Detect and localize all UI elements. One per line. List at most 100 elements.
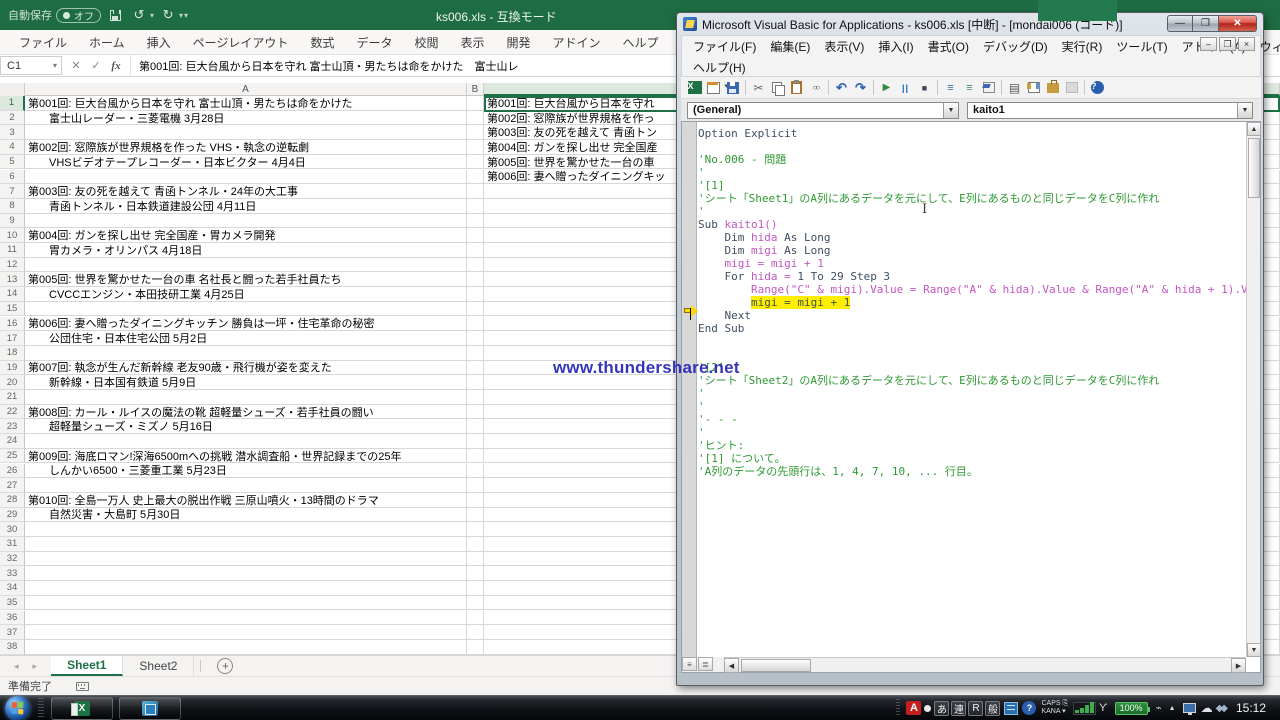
cell-a5[interactable]: VHSビデオテープレコーダー・日本ビクター 4月4日 bbox=[25, 155, 467, 170]
menu-ウィンドウ(W)[interactable]: ウィンドウ(W) bbox=[1253, 38, 1280, 55]
code-line-7[interactable]: ' bbox=[698, 205, 1246, 218]
menu-デバッグ(D)[interactable]: デバッグ(D) bbox=[976, 38, 1055, 55]
ime-button-連[interactable]: 連 bbox=[951, 701, 966, 716]
row-header-11[interactable]: 11 bbox=[0, 243, 25, 258]
sheet-nav-right-icon[interactable]: ▸ bbox=[33, 661, 38, 672]
cell-a6[interactable] bbox=[25, 170, 467, 185]
cell-b30[interactable] bbox=[467, 522, 484, 537]
cell-a28[interactable]: 第010回: 全島一万人 史上最大の脱出作戦 三原山噴火・13時間のドラマ bbox=[25, 493, 467, 508]
cell-a31[interactable] bbox=[25, 537, 467, 552]
menu-表示(V)[interactable]: 表示(V) bbox=[817, 38, 871, 55]
select-all-corner[interactable] bbox=[0, 83, 25, 96]
row-header-26[interactable]: 26 bbox=[0, 464, 25, 479]
cell-a32[interactable] bbox=[25, 552, 467, 567]
code-line-24[interactable]: ' bbox=[698, 426, 1246, 439]
display-tray-icon[interactable] bbox=[1183, 703, 1196, 713]
cell-a9[interactable] bbox=[25, 214, 467, 229]
row-header-30[interactable]: 30 bbox=[0, 522, 25, 537]
reset-icon[interactable]: ■ bbox=[916, 80, 933, 96]
code-line-18[interactable] bbox=[698, 348, 1246, 361]
code-line-17[interactable] bbox=[698, 335, 1246, 348]
code-line-13[interactable]: Range("C" & migi).Value = Range("A" & hi… bbox=[698, 283, 1246, 296]
battery-indicator[interactable]: 100% bbox=[1115, 702, 1148, 715]
wireless-icon[interactable]: ϒ bbox=[1099, 702, 1108, 714]
autosave-toggle[interactable]: オフ bbox=[56, 8, 101, 23]
sheet-tab-Sheet2[interactable]: Sheet2 bbox=[123, 656, 194, 676]
code-line-2[interactable] bbox=[698, 140, 1246, 153]
start-button[interactable] bbox=[5, 696, 30, 720]
ribbon-tab-挿入[interactable]: 挿入 bbox=[136, 30, 182, 55]
name-box[interactable]: C1▾ bbox=[0, 56, 62, 75]
code-line-10[interactable]: Dim migi As Long bbox=[698, 244, 1246, 257]
vertical-scrollbar[interactable]: ▲ ▼ bbox=[1246, 122, 1260, 657]
row-header-31[interactable]: 31 bbox=[0, 537, 25, 552]
row-header-17[interactable]: 17 bbox=[0, 331, 25, 346]
break-icon[interactable]: || bbox=[897, 80, 914, 96]
code-line-23[interactable]: '- - - bbox=[698, 413, 1246, 426]
cell-b17[interactable] bbox=[467, 331, 484, 346]
row-header-3[interactable]: 3 bbox=[0, 125, 25, 140]
minimize-button[interactable]: — bbox=[1167, 15, 1193, 32]
row-header-24[interactable]: 24 bbox=[0, 434, 25, 449]
ribbon-tab-ホーム[interactable]: ホーム bbox=[78, 30, 136, 55]
taskbar-excel-button[interactable]: X bbox=[51, 697, 113, 720]
code-line-current[interactable]: migi = migi + 1 bbox=[698, 296, 1246, 309]
code-line-15[interactable]: Next bbox=[698, 309, 1246, 322]
cell-a16[interactable]: 第006回: 妻へ贈ったダイニングキッチン 勝負は一坪・住宅革命の秘密 bbox=[25, 317, 467, 332]
close-button[interactable]: ✕ bbox=[1219, 15, 1257, 32]
excel-view-icon[interactable]: X bbox=[686, 80, 703, 96]
code-line-3[interactable]: 'No.006 - 問題 bbox=[698, 153, 1246, 166]
row-header-4[interactable]: 4 bbox=[0, 140, 25, 155]
procedure-view-button[interactable]: ≡ bbox=[682, 657, 697, 671]
disabled-icon[interactable] bbox=[1063, 80, 1080, 96]
row-header-33[interactable]: 33 bbox=[0, 566, 25, 581]
ribbon-tab-数式[interactable]: 数式 bbox=[299, 30, 345, 55]
scroll-up-icon[interactable]: ▲ bbox=[1247, 122, 1261, 136]
cell-b32[interactable] bbox=[467, 552, 484, 567]
code-line-26[interactable]: '[1] について。 bbox=[698, 452, 1246, 465]
save-button[interactable] bbox=[105, 5, 125, 25]
cloud-tray-icon[interactable]: ☁ bbox=[1201, 701, 1213, 715]
row-header-35[interactable]: 35 bbox=[0, 596, 25, 611]
ribbon-tab-アドイン[interactable]: アドイン bbox=[542, 30, 612, 55]
menu-書式(O)[interactable]: 書式(O) bbox=[921, 38, 976, 55]
cell-a24[interactable] bbox=[25, 434, 467, 449]
redo-icon[interactable]: ↷ bbox=[852, 80, 869, 96]
cell-b15[interactable] bbox=[467, 302, 484, 317]
copy-icon[interactable] bbox=[769, 80, 786, 96]
object-dropdown[interactable]: (General)▼ bbox=[687, 102, 959, 119]
procedure-dropdown[interactable]: kaito1▼ bbox=[967, 102, 1253, 119]
cell-a10[interactable]: 第004回: ガンを探し出せ 完全国産・胃カメラ開発 bbox=[25, 228, 467, 243]
menu-ファイル(F)[interactable]: ファイル(F) bbox=[686, 38, 763, 55]
cell-b19[interactable] bbox=[467, 361, 484, 376]
cell-b35[interactable] bbox=[467, 596, 484, 611]
cell-a21[interactable] bbox=[25, 390, 467, 405]
ime-button-あ[interactable]: あ bbox=[934, 701, 949, 716]
cell-a38[interactable] bbox=[25, 640, 467, 655]
properties-window-icon[interactable]: ▤ bbox=[1006, 80, 1023, 96]
row-header-19[interactable]: 19 bbox=[0, 361, 25, 376]
scroll-right-icon[interactable]: ▶ bbox=[1231, 658, 1246, 673]
row-header-25[interactable]: 25 bbox=[0, 449, 25, 464]
ribbon-tab-データ[interactable]: データ bbox=[345, 30, 403, 55]
cell-b18[interactable] bbox=[467, 346, 484, 361]
menu-ヘルプ(H)[interactable]: ヘルプ(H) bbox=[686, 59, 753, 76]
code-line-12[interactable]: For hida = 1 To 29 Step 3 bbox=[698, 270, 1246, 283]
cell-b21[interactable] bbox=[467, 390, 484, 405]
row-header-29[interactable]: 29 bbox=[0, 508, 25, 523]
code-line-11[interactable]: migi = migi + 1 bbox=[698, 257, 1246, 270]
menu-編集(E)[interactable]: 編集(E) bbox=[763, 38, 817, 55]
cell-b28[interactable] bbox=[467, 493, 484, 508]
cell-b38[interactable] bbox=[467, 640, 484, 655]
ribbon-tab-開発[interactable]: 開発 bbox=[496, 30, 542, 55]
redo-button[interactable]: ↻ bbox=[158, 5, 178, 25]
row-header-27[interactable]: 27 bbox=[0, 478, 25, 493]
cell-b2[interactable] bbox=[467, 111, 484, 126]
signal-strength-icon[interactable] bbox=[1073, 702, 1096, 715]
dropdown-arrow-icon[interactable]: ▼ bbox=[1237, 103, 1252, 118]
ime-pad-icon[interactable] bbox=[1004, 702, 1018, 715]
code-editor[interactable]: Option Explicit 'No.006 - 問題''[1]'シート「Sh… bbox=[698, 122, 1246, 657]
cell-a26[interactable]: しんかい6500・三菱重工業 5月23日 bbox=[25, 464, 467, 479]
menu-実行(R)[interactable]: 実行(R) bbox=[1055, 38, 1110, 55]
cell-a33[interactable] bbox=[25, 566, 467, 581]
